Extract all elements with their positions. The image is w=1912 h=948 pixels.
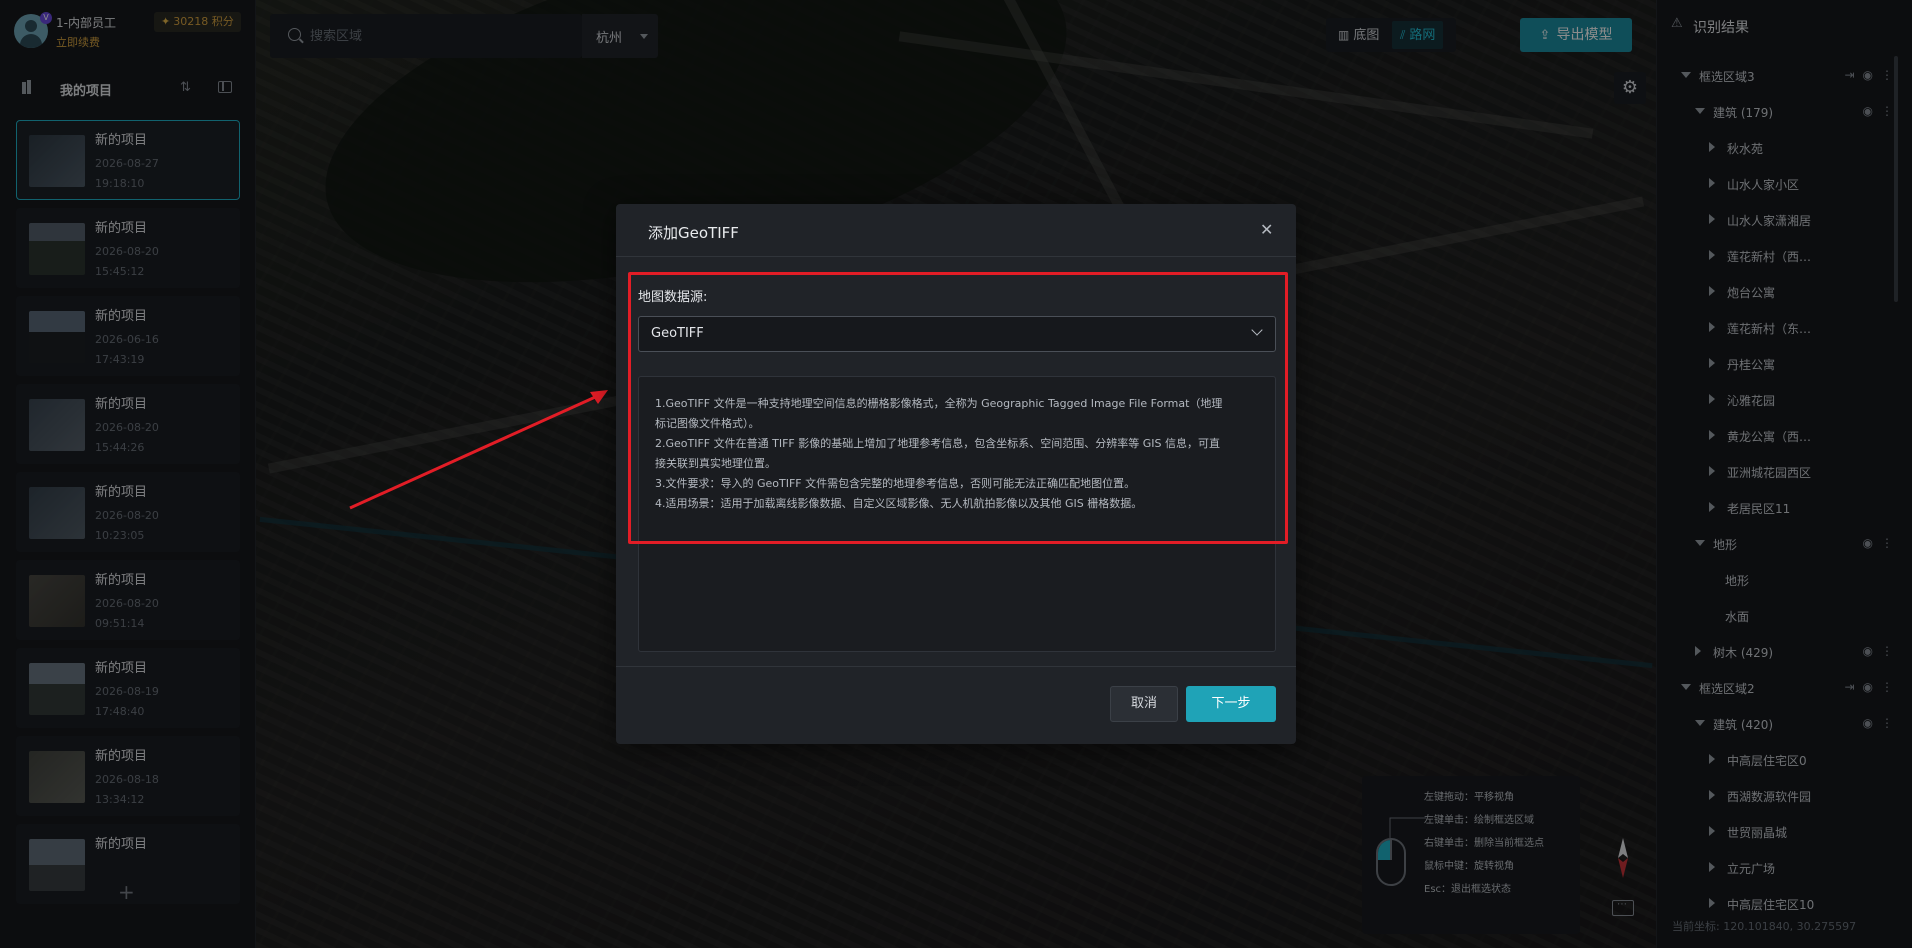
close-icon[interactable]: ✕ [1260, 220, 1273, 239]
add-geotiff-dialog: 添加GeoTIFF ✕ 地图数据源: GeoTIFF 1.GeoTIFF 文件是… [616, 204, 1296, 744]
cancel-button[interactable]: 取消 [1110, 686, 1178, 722]
dialog-title: 添加GeoTIFF [648, 224, 739, 242]
next-button[interactable]: 下一步 [1186, 686, 1276, 722]
red-highlight-box [628, 272, 1288, 544]
divider [616, 256, 1296, 257]
red-arrow-annotation [349, 390, 608, 510]
divider [616, 666, 1296, 667]
